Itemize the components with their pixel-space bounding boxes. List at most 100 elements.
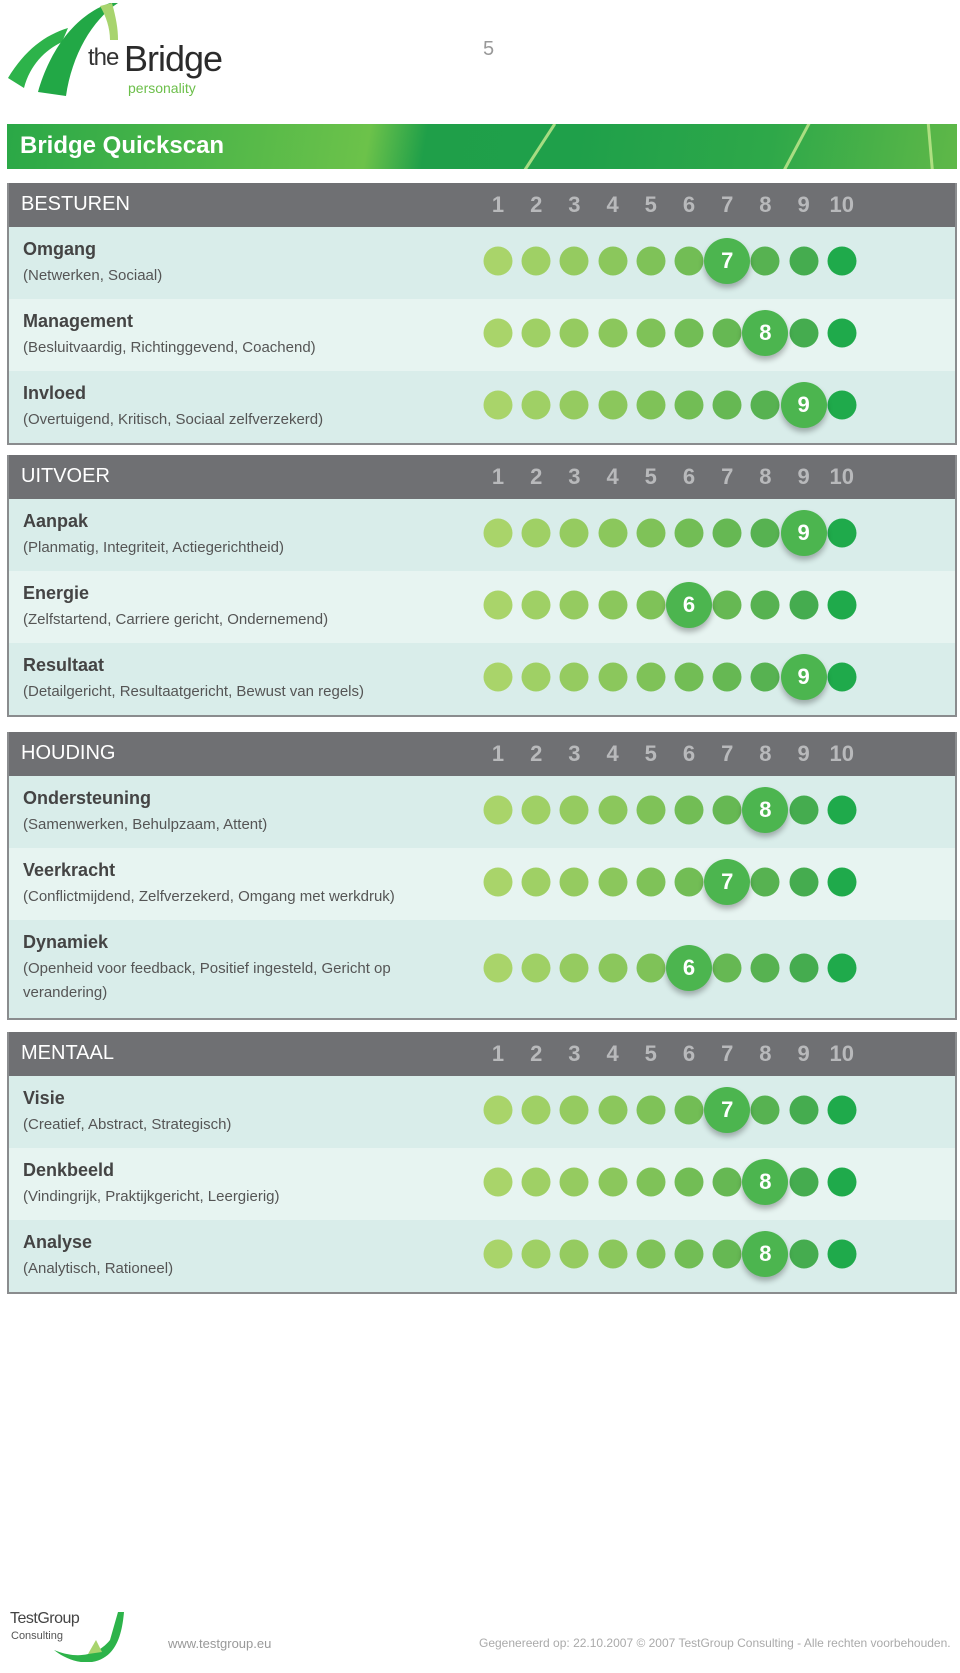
score-dot (559, 318, 589, 348)
score-dot (636, 867, 666, 897)
score-dot (636, 590, 666, 620)
score-dot (559, 246, 589, 276)
score-dot (483, 246, 513, 276)
score-dot (559, 795, 589, 825)
score-dot (598, 518, 628, 548)
score-dot (674, 795, 704, 825)
score-value: 8 (759, 797, 772, 822)
row-label: Resultaat (23, 655, 105, 675)
score-marker-selected: 8 (742, 310, 789, 356)
score-dot (750, 246, 780, 276)
score-dot (827, 518, 857, 548)
score-marker-selected: 8 (742, 787, 789, 833)
score-dot (636, 1167, 666, 1197)
scale-label: 5 (644, 741, 657, 766)
section-besturen: BESTUREN 1 2 3 4 5 6 7 8 9 10 Omgang (Netwerken, Soc… (7, 183, 957, 445)
scale-label: 8 (759, 741, 772, 766)
score-dot (789, 1167, 819, 1197)
row-description: (Vindingrijk, Praktijkgericht, Leergieri… (23, 1188, 280, 1205)
section-uitvoer: UITVOER 1 2 3 4 5 6 7 8 9 10 Aanpak (Planmatig, Inte… (7, 455, 957, 717)
scale-label: 5 (644, 1041, 657, 1066)
scale-label: 10 (829, 464, 855, 489)
logo-bridge-text: Bridge (124, 38, 223, 79)
score-dot (598, 795, 628, 825)
score-dot (483, 1167, 513, 1197)
scale-label: 1 (491, 741, 505, 766)
score-dot (636, 318, 666, 348)
logo-tagline: personality (128, 80, 196, 96)
scale-label: 6 (682, 192, 696, 217)
score-row: Dynamiek (Openheid voor feedback, Positie… (9, 920, 955, 1018)
score-dot (827, 1095, 857, 1125)
score-dot (483, 795, 513, 825)
score-dot (636, 246, 666, 276)
score-dot (598, 1167, 628, 1197)
score-dot (559, 867, 589, 897)
scale-label: 1 (491, 464, 505, 489)
row-label: Ondersteuning (23, 788, 152, 808)
row-description: (Creatief, Abstract, Strategisch) (23, 1116, 232, 1133)
scale-label: 10 (829, 192, 855, 217)
score-dot (827, 1167, 857, 1197)
score-dot (827, 795, 857, 825)
score-dot (712, 1239, 742, 1269)
scale-label: 7 (721, 192, 734, 217)
section-header: BESTUREN 1 2 3 4 5 6 7 8 9 10 (9, 183, 955, 227)
score-dot (598, 953, 628, 983)
score-value: 7 (721, 869, 734, 894)
score-dot (559, 953, 589, 983)
score-dot (674, 318, 704, 348)
section-houding: HOUDING 1 2 3 4 5 6 7 8 9 10 Ondersteuning (Samenwer… (7, 732, 957, 1020)
scale-label: 1 (491, 192, 505, 217)
scale-label: 10 (829, 741, 855, 766)
score-dot (827, 390, 857, 420)
scale-label: 3 (568, 192, 581, 217)
score-dot (750, 953, 780, 983)
scale-label: 2 (530, 192, 543, 217)
score-value: 9 (797, 520, 810, 545)
score-dot (712, 390, 742, 420)
score-dot (521, 662, 551, 692)
score-marker-selected: 7 (704, 859, 751, 905)
score-dot (598, 867, 628, 897)
scale-label: 3 (568, 1041, 581, 1066)
row-label: Aanpak (23, 511, 89, 531)
score-dot (674, 390, 704, 420)
score-dot (750, 867, 780, 897)
score-dot (827, 246, 857, 276)
section-title: UITVOER (21, 465, 110, 487)
score-value: 8 (759, 1241, 772, 1266)
score-dot (559, 390, 589, 420)
row-description: (Openheid voor feedback, Positief ingest… (23, 960, 391, 1001)
footer-url[interactable]: www.testgroup.eu (168, 1636, 271, 1651)
score-dot (674, 1167, 704, 1197)
footer-copyright: Gegenereerd op: 22.10.2007 © 2007 TestGr… (479, 1636, 951, 1650)
score-dot (750, 590, 780, 620)
scale-label: 3 (568, 464, 581, 489)
score-row: Analyse (Analytisch, Rationeel) 8 (9, 1220, 955, 1292)
score-dot (598, 246, 628, 276)
score-row: Ondersteuning (Samenwerken, Behulpzaam, A… (9, 776, 955, 848)
score-dot (827, 662, 857, 692)
score-dot (483, 1095, 513, 1125)
score-dot (789, 795, 819, 825)
score-dot (750, 662, 780, 692)
row-label: Veerkracht (23, 860, 116, 880)
score-dot (674, 518, 704, 548)
score-dot (598, 590, 628, 620)
row-label: Denkbeeld (23, 1160, 115, 1180)
score-dot (598, 662, 628, 692)
score-value: 6 (682, 592, 696, 617)
section-title: MENTAAL (21, 1042, 114, 1064)
score-dot (827, 590, 857, 620)
score-dot (636, 953, 666, 983)
row-description: (Conflictmijdend, Zelfverzekerd, Omgang … (23, 888, 395, 905)
score-row: Energie (Zelfstartend, Carriere gericht, … (9, 571, 955, 643)
score-dot (483, 953, 513, 983)
scale-label: 4 (606, 464, 619, 489)
bridge-personality-logo: the Bridge personality (0, 0, 260, 110)
scale-label: 2 (530, 741, 543, 766)
scale-label: 7 (721, 1041, 734, 1066)
row-description: (Netwerken, Sociaal) (23, 267, 163, 284)
scale-label: 9 (797, 741, 810, 766)
